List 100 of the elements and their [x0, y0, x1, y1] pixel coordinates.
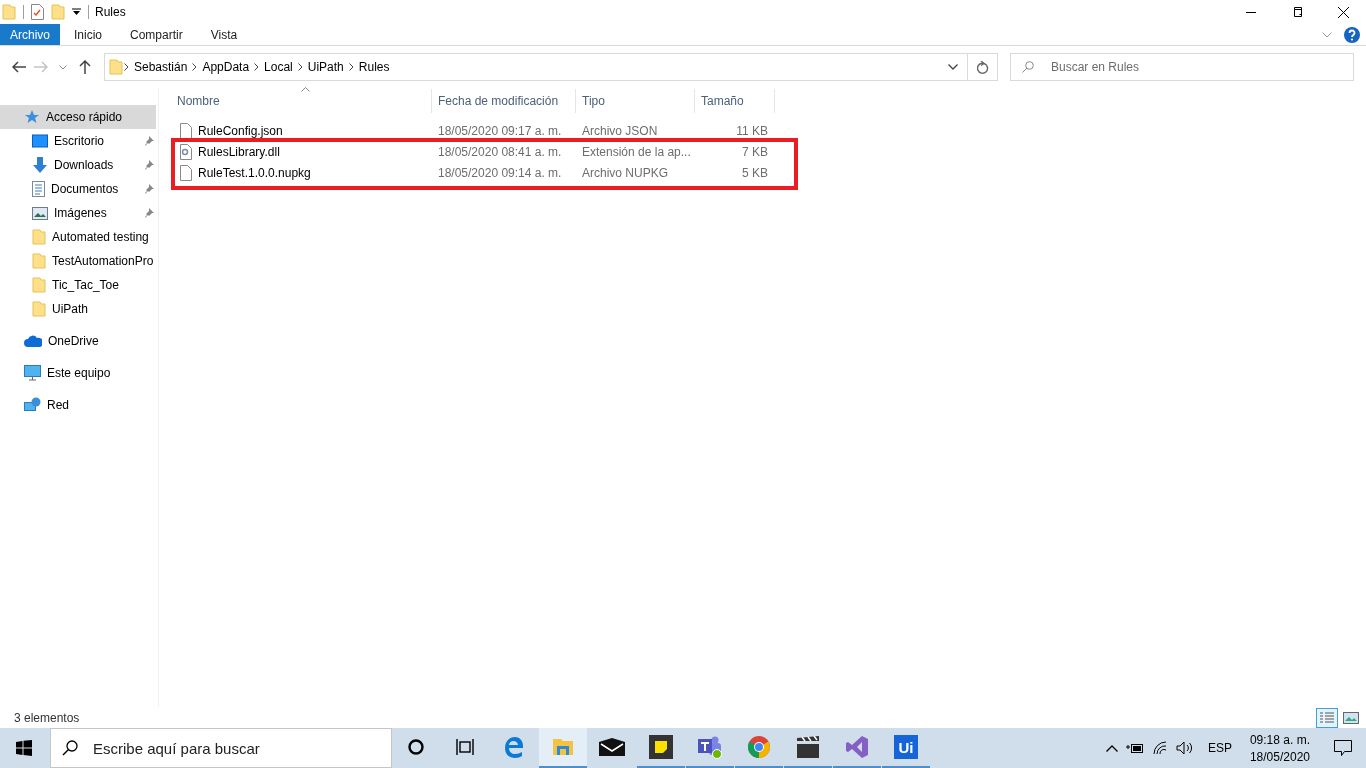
folder-icon [552, 737, 574, 757]
file-name[interactable]: RuleTest.1.0.0.nupkg [198, 165, 311, 180]
taskbar-search-field[interactable]: Escribe aquí para buscar [50, 728, 392, 768]
column-header[interactable]: Tipo [576, 89, 695, 113]
column-header[interactable]: Nombre [171, 89, 432, 113]
modified-date: 18/05/2020 08:41 a. m. [437, 144, 563, 159]
e-logo-icon [503, 736, 525, 758]
refresh-icon [976, 60, 989, 74]
pin-icon [144, 136, 154, 146]
network-icon [24, 397, 41, 413]
pin-icon [144, 160, 154, 170]
breadcrumb[interactable]: Local [260, 60, 297, 74]
sidebar-item[interactable]: OneDrive [0, 329, 158, 353]
caret-icon [59, 64, 67, 70]
file-type: Archivo JSON [581, 123, 659, 138]
ribbon-tab[interactable]: Archivo [0, 24, 60, 45]
sort-caret-icon [301, 87, 310, 92]
sidebar-item[interactable]: Acceso rápido [0, 105, 156, 129]
clock[interactable]: 09:18 a. m. 18/05/2020 [1241, 732, 1318, 764]
caret-up-icon [1105, 744, 1118, 752]
sidebar-item[interactable]: TestAutomationPro [0, 249, 158, 273]
clapperboard-icon [796, 736, 820, 758]
sticky-note-icon [649, 735, 673, 759]
browser-logo-icon [747, 735, 771, 759]
task-view-icon [456, 739, 474, 755]
folder-icon [32, 253, 46, 269]
pin-icon [144, 184, 154, 194]
download-arrow-icon [32, 157, 48, 173]
picture-icon [1343, 711, 1359, 724]
details-view-button[interactable] [1316, 707, 1338, 728]
input-language[interactable]: ESP [1197, 728, 1242, 768]
sidebar-item[interactable]: Automated testing [0, 225, 158, 249]
file-size: 11 KB [735, 123, 769, 138]
properties-icon[interactable] [31, 4, 44, 20]
breadcrumb[interactable]: UiPath [303, 60, 348, 74]
address-bar[interactable]: Sebastián AppData Local UiPath Rules [104, 53, 968, 81]
restore-icon [1292, 7, 1302, 17]
desktop-icon [32, 134, 48, 148]
breadcrumb[interactable]: AppData [198, 60, 254, 74]
library-file-icon [180, 143, 192, 160]
folder-icon [109, 59, 123, 75]
dropdown-icon[interactable] [72, 8, 81, 16]
chevron-icon [254, 63, 260, 71]
up-arrow-icon [79, 60, 91, 74]
minimize-icon [1246, 11, 1256, 13]
cloud-icon [24, 335, 42, 347]
expand-ribbon-icon[interactable] [1322, 31, 1332, 38]
window-title: Rules [95, 5, 126, 19]
file-type: Extensión de la ap... [581, 144, 692, 159]
search-icon [1022, 61, 1034, 73]
new-folder-icon [51, 4, 65, 20]
file-type: Archivo NUPKG [581, 165, 670, 180]
modified-date: 18/05/2020 09:14 a. m. [437, 165, 563, 180]
chevron-icon [297, 63, 303, 71]
sidebar-item[interactable]: Tic_Tac_Toe [0, 273, 158, 297]
refresh-button[interactable] [968, 53, 998, 81]
breadcrumb[interactable]: Sebastián [130, 60, 192, 74]
chevron-icon [124, 63, 129, 71]
sidebar-item[interactable]: Este equipo [0, 361, 158, 385]
help-icon[interactable] [1344, 26, 1360, 43]
ribbon-tab[interactable]: Compartir [116, 24, 197, 45]
item-count: 3 elementos [14, 710, 80, 725]
sidebar-item[interactable]: Documentos [0, 177, 158, 201]
column-header[interactable]: Tamaño [695, 89, 775, 113]
close-icon [1337, 6, 1349, 18]
chevron-icon [348, 63, 354, 71]
speech-bubble-icon [1334, 740, 1352, 756]
pin-icon [144, 208, 154, 218]
ribbon-tab[interactable]: Vista [196, 24, 252, 45]
forward-arrow-icon [34, 61, 48, 73]
ribbon-tab[interactable]: Inicio [60, 24, 117, 45]
teams-icon [697, 735, 723, 759]
file-name[interactable]: RulesLibrary.dll [198, 144, 280, 159]
sidebar-item[interactable]: Red [0, 393, 158, 417]
taskbar-app-button[interactable]: Ui [882, 728, 930, 768]
star-icon [24, 109, 40, 125]
list-icon [1320, 711, 1334, 724]
sidebar-item[interactable]: Downloads [0, 153, 158, 177]
infinity-logo-icon [845, 735, 869, 759]
file-size: 7 KB [741, 144, 769, 159]
modified-date: 18/05/2020 09:17 a. m. [437, 123, 563, 138]
column-header[interactable]: Fecha de modificación [432, 89, 576, 113]
search-field[interactable]: Buscar en Rules [1010, 53, 1354, 81]
ui-logo-icon: Ui [894, 735, 918, 759]
back-arrow-icon [12, 61, 26, 73]
sidebar-item[interactable]: UiPath [0, 297, 158, 321]
picture-icon [32, 206, 48, 220]
caret-icon [948, 64, 958, 70]
file-name[interactable]: RuleConfig.json [198, 123, 283, 138]
folder-icon [2, 4, 16, 20]
windows-logo-icon [16, 740, 32, 756]
file-icon [180, 122, 192, 139]
sidebar-item[interactable]: Escritorio [0, 129, 158, 153]
file-size: 5 KB [741, 165, 769, 180]
folder-icon [32, 301, 46, 317]
sidebar-item[interactable]: Imágenes [0, 201, 158, 225]
breadcrumb[interactable]: Rules [354, 60, 394, 74]
monitor-icon [24, 365, 41, 381]
folder-icon [32, 277, 46, 293]
folder-icon [32, 229, 46, 245]
